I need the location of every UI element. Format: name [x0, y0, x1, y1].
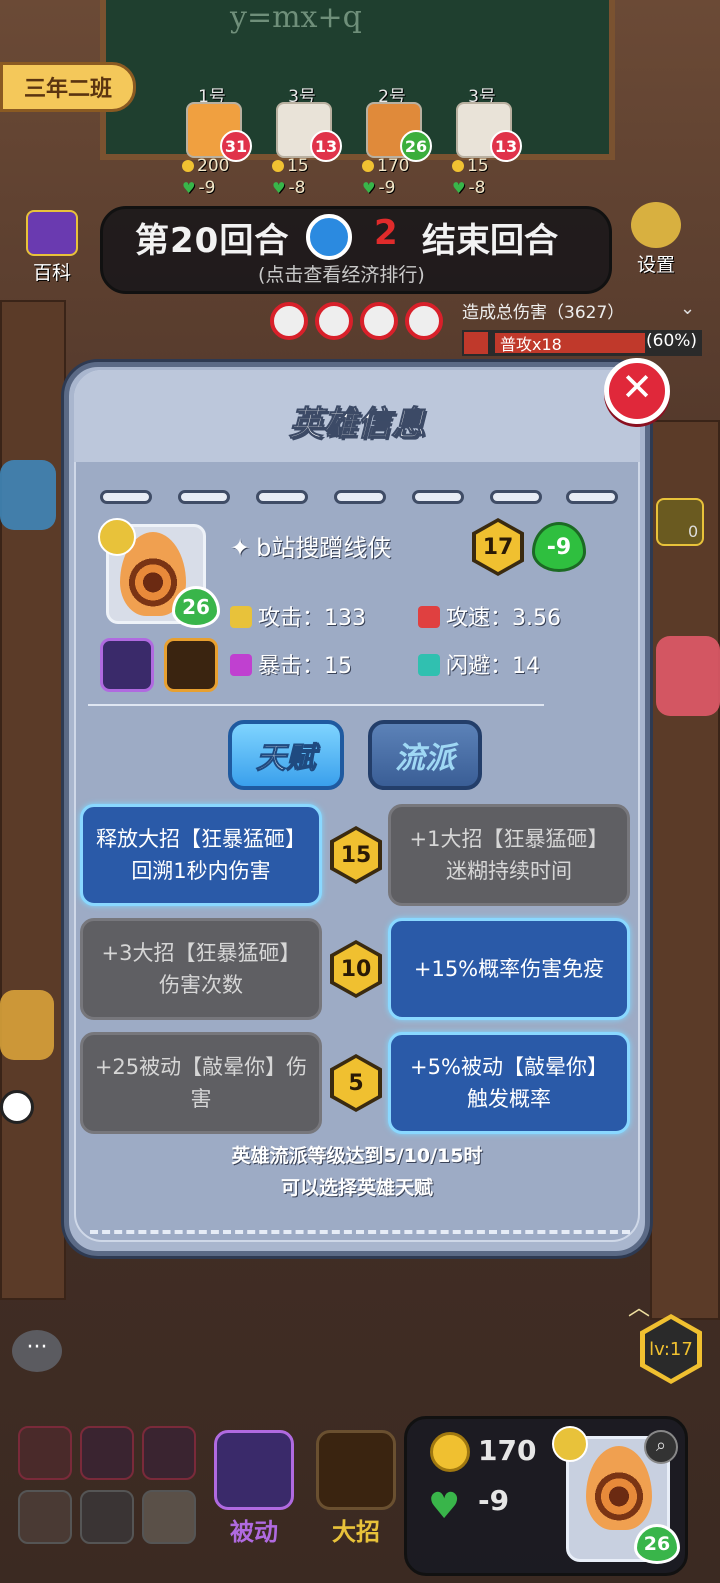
round-countdown: 2: [374, 213, 398, 253]
heart-icon: ♥: [272, 179, 286, 197]
hp-value: -9: [478, 1484, 510, 1517]
current-hero-level: 26: [634, 1524, 680, 1564]
talent-footnote: 英雄流派等级达到5/10/15时 可以选择英雄天赋: [231, 1145, 483, 1199]
passive-skill-button[interactable]: [214, 1430, 294, 1510]
sword-icon: [464, 332, 488, 354]
hero-name: ✦ b站搜蹭线侠: [230, 534, 392, 562]
passive-skill-icon[interactable]: [100, 638, 154, 692]
talent-10-right[interactable]: +15%概率伤害免疫: [388, 918, 630, 1020]
attack-stat: 攻击：133: [230, 600, 366, 632]
blackboard-writing: y=mx+q: [230, 0, 362, 35]
stitch-decoration: [100, 490, 152, 504]
talent-15-right[interactable]: +1大招【狂暴猛砸】迷糊持续时间: [388, 804, 630, 906]
close-button[interactable]: ✕: [604, 358, 670, 424]
right-shelf: [650, 420, 720, 1320]
passive-skill-label: 被动: [230, 1518, 278, 1546]
talent-15-left[interactable]: 释放大招【狂暴猛砸】回溯1秒内伤害: [80, 804, 322, 906]
chevron-down-icon[interactable]: ⌄: [680, 298, 695, 319]
donut-icon[interactable]: [18, 1490, 72, 1544]
heart-icon: ♥: [362, 179, 376, 197]
close-icon: ✕: [621, 365, 653, 409]
player-3-hp: ♥ -9: [362, 178, 396, 198]
divider: [88, 704, 544, 706]
ban-icon: [270, 302, 308, 340]
round-label: 第20回合: [135, 221, 290, 261]
hero-level-heart: 26: [172, 586, 220, 628]
class-sign: 三年二班: [0, 62, 136, 112]
player-1-gold: 200: [182, 156, 229, 176]
rice-icon[interactable]: [142, 1490, 196, 1544]
ban-icon: [315, 302, 353, 340]
economy-ranking-link[interactable]: (点击查看经济排行): [258, 260, 425, 287]
stitch-decoration: [334, 490, 386, 504]
sword-slot-count: 0: [688, 522, 699, 541]
heart-icon: ♥: [182, 179, 196, 197]
coin-icon: [452, 160, 464, 172]
stitch-decoration: [178, 490, 230, 504]
chat-button[interactable]: ···: [12, 1330, 62, 1372]
stopwatch-icon: [306, 214, 352, 260]
chevron-up-icon: ︿: [628, 1296, 651, 1321]
crit-stat: 暴击：15: [230, 648, 352, 680]
settings-button[interactable]: 设置: [624, 202, 688, 276]
stitch-decoration: [90, 1230, 630, 1234]
crit-icon: [230, 654, 252, 676]
talent-5-right[interactable]: +5%被动【敲晕你】触发概率: [388, 1032, 630, 1134]
tab-talent[interactable]: 天赋: [228, 720, 344, 790]
ultimate-skill-label: 大招: [332, 1518, 380, 1546]
backpack-yellow: [0, 990, 54, 1060]
player-level-badge: 13: [310, 130, 342, 162]
attack-speed-icon: [418, 606, 440, 628]
ultimate-skill-icon[interactable]: [164, 638, 218, 692]
player-2-gold: 15: [272, 156, 309, 176]
encyclopedia-button[interactable]: 百科: [20, 210, 84, 284]
damage-row-percent: (60%): [646, 331, 698, 351]
player-level-badge: 13: [490, 130, 522, 162]
ban-icon: [405, 302, 443, 340]
stitch-decoration: [256, 490, 308, 504]
sword-icon: [230, 606, 252, 628]
backpack-blue: [0, 460, 56, 530]
end-round-button[interactable]: 结束回合: [422, 213, 558, 262]
talent-5-left[interactable]: +25被动【敲晕你】伤害: [80, 1032, 322, 1134]
weapon-badge-icon: [552, 1426, 588, 1462]
sparkle-icon: ✦: [230, 534, 251, 562]
gear-icon: [631, 202, 681, 248]
shop-cart-icon[interactable]: [80, 1426, 134, 1480]
talent-10-left[interactable]: +3大招【狂暴猛砸】伤害次数: [80, 918, 322, 1020]
player-2-hp: ♥ -8: [272, 178, 306, 198]
coin-icon: [430, 1432, 470, 1472]
stitch-decoration: [412, 490, 464, 504]
crown-icon[interactable]: [18, 1426, 72, 1480]
magnifier-icon[interactable]: ⌕: [644, 1430, 678, 1464]
damage-row-label: 普攻x18: [500, 335, 562, 354]
player-4-hp: ♥ -8: [452, 178, 486, 198]
heart-icon: ♥: [452, 179, 466, 197]
coin-icon: [362, 160, 374, 172]
soccer-ball-icon: [0, 1090, 34, 1124]
coin-icon: [272, 160, 284, 172]
stitch-decoration: [490, 490, 542, 504]
backpack-pink: [656, 636, 720, 716]
dodge-icon: [418, 654, 440, 676]
party-popper-icon[interactable]: [142, 1426, 196, 1480]
ban-icon: [360, 302, 398, 340]
total-damage-title: 造成总伤害（3627）: [462, 303, 625, 323]
player-3-gold: 170: [362, 156, 409, 176]
player-4-gold: 15: [452, 156, 489, 176]
ultimate-skill-button[interactable]: [316, 1430, 396, 1510]
dodge-stat: 闪避：14: [418, 648, 540, 680]
modal-title: 英雄信息: [289, 404, 426, 445]
figure-icon[interactable]: [80, 1490, 134, 1544]
left-shelf: [0, 300, 66, 1300]
heart-icon: ♥: [428, 1486, 461, 1527]
player-1-hp: ♥ -9: [182, 178, 216, 198]
gold-value: 170: [478, 1434, 537, 1467]
book-icon: [26, 210, 78, 256]
weapon-badge-icon: [98, 518, 136, 556]
coin-icon: [182, 160, 194, 172]
attack-speed-stat: 攻速：3.56: [418, 600, 561, 632]
tab-school[interactable]: 流派: [368, 720, 482, 790]
stitch-decoration: [566, 490, 618, 504]
